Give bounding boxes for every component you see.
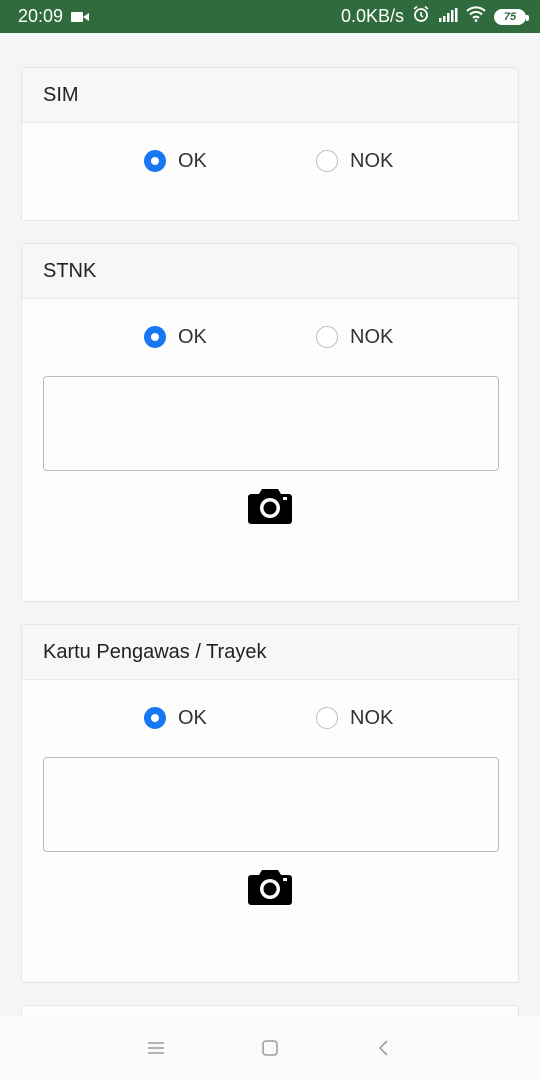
camera-icon[interactable] (247, 866, 293, 906)
home-icon (262, 1040, 278, 1056)
section-title: SIM (22, 68, 518, 123)
section-body: OK NOK (22, 680, 518, 982)
signal-icon (438, 6, 458, 27)
camera-button-wrap (43, 485, 497, 525)
section-card-stnk: STNK OK NOK (21, 243, 519, 602)
radio-option-nok[interactable]: NOK (316, 326, 396, 349)
radio-unchecked-icon[interactable] (316, 150, 338, 172)
alarm-icon (412, 5, 430, 28)
section-body: OK NOK (22, 123, 518, 220)
status-time: 20:09 (18, 6, 64, 26)
navigation-bar (0, 1016, 540, 1080)
radio-option-ok[interactable]: OK (144, 707, 316, 730)
menu-button[interactable] (144, 1036, 168, 1060)
radio-label: NOK (350, 149, 394, 172)
radio-checked-icon[interactable] (144, 150, 166, 172)
network-speed: 0.0KB/s (340, 6, 404, 26)
radio-label: OK (178, 149, 207, 172)
section-card-sim: SIM OK NOK (21, 67, 519, 221)
note-textarea[interactable] (43, 757, 499, 852)
radio-group: OK NOK (43, 321, 497, 353)
section-title: Kartu Pengawas / Trayek (22, 625, 518, 680)
video-record-icon (71, 11, 90, 23)
radio-checked-icon[interactable] (144, 326, 166, 348)
back-icon (378, 1040, 388, 1056)
home-button[interactable] (258, 1036, 282, 1060)
radio-option-ok[interactable]: OK (144, 150, 316, 173)
radio-label: NOK (350, 325, 394, 348)
camera-button-wrap (43, 866, 497, 906)
radio-label: NOK (350, 706, 394, 729)
radio-label: OK (178, 706, 207, 729)
camera-icon[interactable] (247, 485, 293, 525)
radio-checked-icon[interactable] (144, 707, 166, 729)
section-card-next (21, 1005, 519, 1016)
radio-option-nok[interactable]: NOK (316, 707, 396, 730)
inspection-form: SIM OK NOK STNK OK NOK Kartu Pengawas / … (0, 33, 540, 1016)
radio-group: OK NOK (43, 702, 497, 734)
status-right: 0.0KB/s 75 (340, 5, 529, 28)
note-textarea[interactable] (43, 376, 499, 471)
radio-unchecked-icon[interactable] (316, 707, 338, 729)
section-title: STNK (22, 244, 518, 299)
status-left: 20:09 (18, 6, 90, 27)
radio-option-nok[interactable]: NOK (316, 150, 396, 173)
section-body: OK NOK (22, 299, 518, 601)
section-card-kartu-pengawas: Kartu Pengawas / Trayek OK NOK (21, 624, 519, 983)
radio-option-ok[interactable]: OK (144, 326, 316, 349)
radio-unchecked-icon[interactable] (316, 326, 338, 348)
status-bar: 20:09 0.0KB/s 75 (0, 0, 540, 33)
back-button[interactable] (372, 1036, 396, 1060)
radio-group: OK NOK (43, 145, 497, 177)
radio-label: OK (178, 325, 207, 348)
battery-icon: 75 (494, 8, 529, 25)
wifi-icon (466, 6, 486, 27)
menu-icon (148, 1042, 164, 1054)
